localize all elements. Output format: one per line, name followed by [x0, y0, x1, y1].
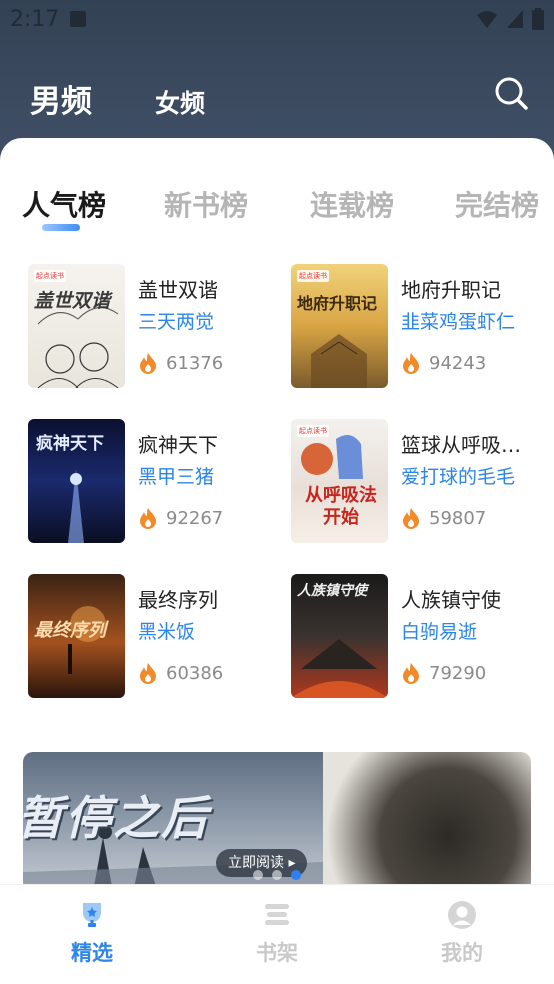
banner-title: 暂停之后: [23, 791, 209, 845]
book-popularity: 94243: [401, 352, 486, 374]
book-popularity: 92267: [138, 507, 223, 529]
book-author: 三天两觉: [138, 311, 215, 333]
status-bar: 2:17: [0, 0, 554, 40]
book-item[interactable]: 起点读书 地府升职记 地府升职记 韭菜鸡蛋虾仁 94243: [291, 264, 541, 390]
pagination-dot[interactable]: [272, 870, 282, 880]
active-tab-indicator: [42, 224, 80, 231]
book-title: 盖世双谐: [138, 278, 218, 302]
heat-count: 60386: [166, 662, 224, 684]
bottom-navigation: 精选 书架 我的: [0, 884, 554, 984]
book-title: 篮球从呼吸…: [401, 433, 521, 457]
book-popularity: 59807: [401, 507, 486, 529]
flame-icon: [403, 508, 419, 529]
book-cover[interactable]: 起点读书 盖世双谐: [28, 264, 125, 388]
tab-new-books[interactable]: 新书榜: [164, 184, 248, 224]
book-item[interactable]: 人族镇守使 人族镇守使 白驹易逝 79290: [291, 574, 541, 700]
status-time: 2:17: [10, 7, 60, 32]
book-popularity: 61376: [138, 352, 223, 374]
flame-icon: [140, 508, 156, 529]
rank-tabs: 人气榜 新书榜 连载榜 完结榜: [0, 184, 554, 234]
book-author: 黑甲三猪: [138, 466, 215, 488]
status-icons: [476, 8, 544, 30]
bookshelf-icon: [265, 904, 289, 925]
channel-tabs: 男频 女频: [0, 70, 554, 130]
signal-icon: [507, 10, 523, 28]
nav-profile[interactable]: 我的: [422, 899, 502, 967]
search-icon[interactable]: [494, 76, 528, 110]
book-item[interactable]: 疯神天下 疯神天下 黑甲三猪 92267: [28, 419, 278, 545]
cover-title: 最终序列: [34, 620, 106, 641]
cover-badge: 起点读书: [297, 425, 329, 437]
cover-art: [311, 334, 367, 388]
tab-completed[interactable]: 完结榜: [455, 184, 539, 224]
wifi-icon: [477, 11, 497, 28]
book-cover[interactable]: 最终序列: [28, 574, 125, 698]
tab-popular[interactable]: 人气榜: [22, 184, 106, 224]
book-cover[interactable]: 人族镇守使: [291, 574, 388, 698]
cover-art: [37, 307, 119, 388]
nav-featured[interactable]: 精选: [52, 899, 132, 967]
flame-icon: [140, 353, 156, 374]
nav-bookshelf[interactable]: 书架: [237, 899, 317, 967]
tab-serializing[interactable]: 连载榜: [310, 184, 394, 224]
book-author: 黑米饭: [138, 621, 196, 643]
cover-title: 从呼吸法开始: [305, 485, 377, 528]
nav-label: 我的: [441, 940, 483, 965]
cover-badge: 起点读书: [34, 270, 66, 282]
book-cover[interactable]: 疯神天下: [28, 419, 125, 543]
book-item[interactable]: 起点读书 盖世双谐 盖世双谐 三天两觉 61376: [28, 264, 278, 390]
book-item[interactable]: 起点读书 从呼吸法开始 篮球从呼吸… 爱打球的毛毛 59807: [291, 419, 541, 545]
heat-count: 92267: [166, 507, 224, 529]
book-title: 地府升职记: [401, 278, 501, 302]
flame-icon: [140, 663, 156, 684]
heat-count: 59807: [429, 507, 487, 529]
pagination-dot[interactable]: [253, 870, 263, 880]
content-panel: 人气榜 新书榜 连载榜 完结榜 起点读书 盖世双谐 盖世双谐 三天两觉 6137…: [0, 138, 554, 984]
book-cover[interactable]: 起点读书 从呼吸法开始: [291, 419, 388, 543]
book-title: 最终序列: [138, 588, 218, 612]
heat-count: 61376: [166, 352, 224, 374]
banner-pagination: [253, 870, 301, 880]
heat-count: 94243: [429, 352, 487, 374]
tab-female-channel[interactable]: 女频: [155, 84, 205, 120]
book-author: 爱打球的毛毛: [401, 466, 516, 488]
cover-title: 地府升职记: [297, 294, 378, 313]
cover-title: 盖世双谐: [34, 290, 111, 312]
banner-image-right: [323, 752, 531, 892]
book-author: 白驹易逝: [401, 621, 478, 643]
book-author: 韭菜鸡蛋虾仁: [401, 311, 516, 333]
book-popularity: 60386: [138, 662, 223, 684]
profile-icon: [448, 901, 476, 929]
tab-male-channel[interactable]: 男频: [30, 76, 92, 121]
flame-icon: [403, 663, 419, 684]
battery-icon: [532, 8, 544, 30]
book-title: 疯神天下: [138, 433, 218, 457]
book-item[interactable]: 最终序列 最终序列 黑米饭 60386: [28, 574, 278, 700]
cover-title: 人族镇守使: [297, 583, 367, 599]
book-title: 人族镇守使: [401, 588, 501, 612]
cover-badge: 起点读书: [297, 270, 329, 282]
app-notification-icon: [70, 11, 86, 27]
flame-icon: [403, 353, 419, 374]
pagination-dot-active[interactable]: [291, 870, 301, 880]
nav-label: 书架: [256, 940, 298, 965]
cover-title: 疯神天下: [36, 434, 104, 454]
trophy-icon: [83, 903, 101, 927]
book-cover[interactable]: 起点读书 地府升职记: [291, 264, 388, 388]
heat-count: 79290: [429, 662, 487, 684]
book-popularity: 79290: [401, 662, 486, 684]
promo-banner[interactable]: 暂停之后 立即阅读 ▸: [23, 752, 531, 892]
nav-label: 精选: [71, 940, 113, 965]
